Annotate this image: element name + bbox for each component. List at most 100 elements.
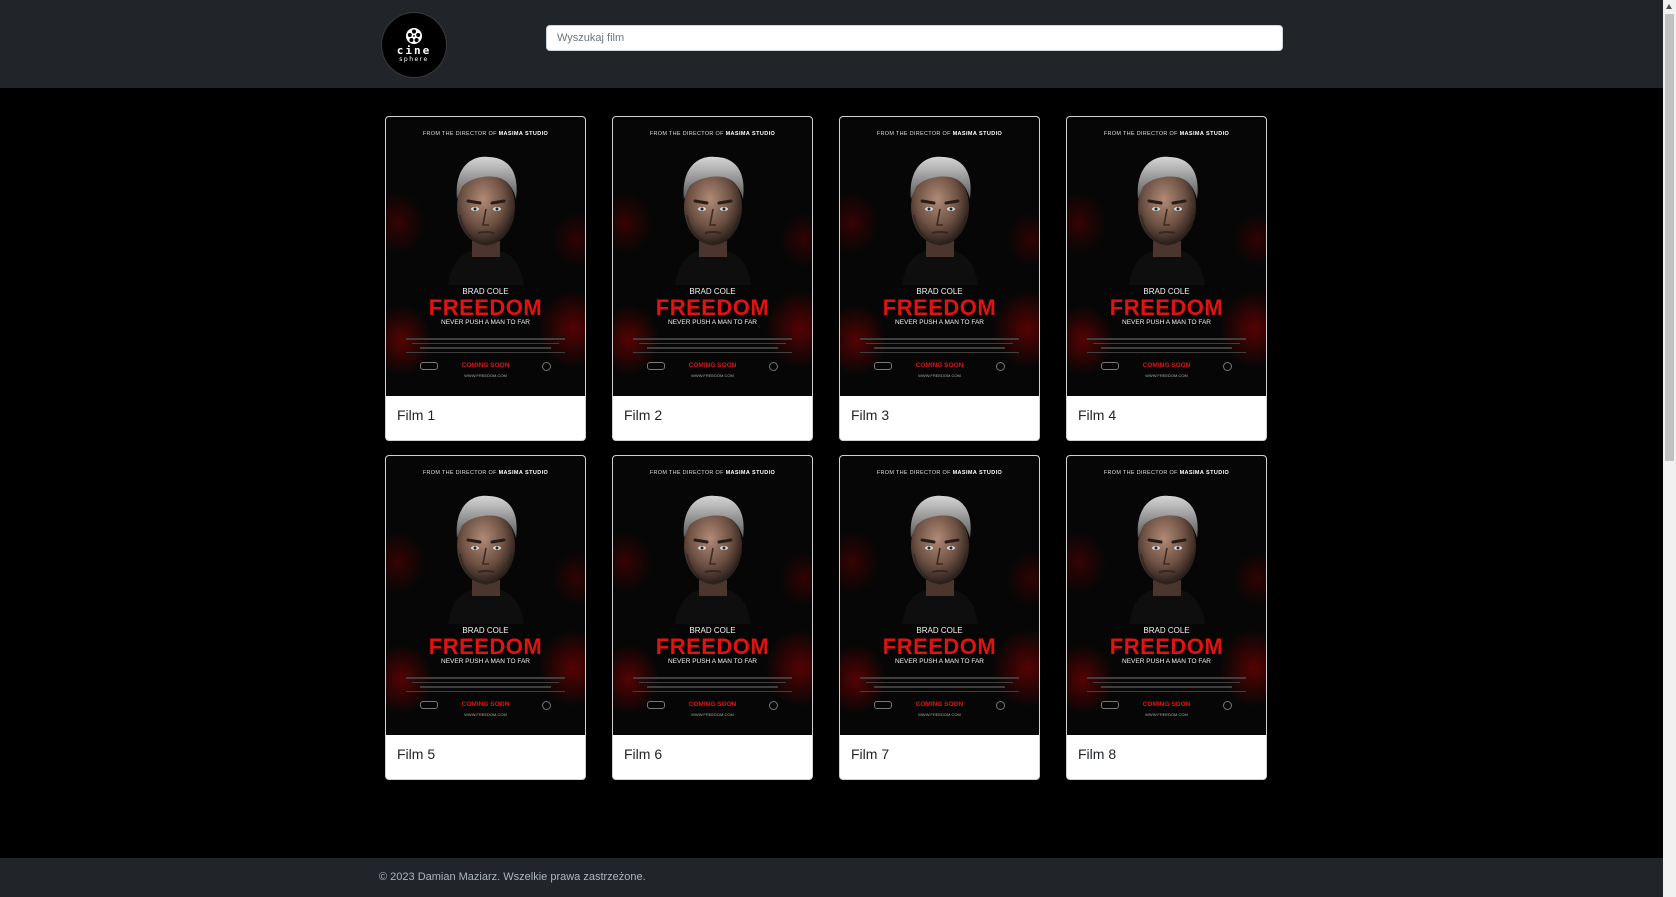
movie-title[interactable]: Film 5 bbox=[386, 735, 585, 762]
poster-tagline: NEVER PUSH A MAN TO FAR bbox=[668, 319, 757, 326]
site-header: cine sphere bbox=[0, 0, 1663, 88]
poster-studio-badge bbox=[1223, 701, 1232, 710]
poster-portrait bbox=[901, 495, 978, 624]
movie-title[interactable]: Film 6 bbox=[613, 735, 812, 762]
poster-director-line: FROM THE DIRECTOR OF bbox=[876, 470, 951, 476]
poster-top-line: FROM THE DIRECTOR OF MASIMA STUDIO bbox=[840, 470, 1039, 476]
poster-studio: MASIMA STUDIO bbox=[1179, 470, 1230, 476]
movie-poster: FROM THE DIRECTOR OF MASIMA STUDIO BRAD … bbox=[613, 117, 812, 396]
poster-studio: MASIMA STUDIO bbox=[725, 470, 776, 476]
poster-studio: MASIMA STUDIO bbox=[952, 470, 1003, 476]
poster-title: FREEDOM bbox=[882, 634, 997, 659]
poster-portrait bbox=[447, 156, 524, 285]
poster-url: WWW.FREEDOM.COM bbox=[691, 712, 734, 717]
poster-release: COMING SOON bbox=[461, 701, 510, 708]
poster-credits bbox=[860, 674, 1019, 695]
poster-director-line: FROM THE DIRECTOR OF bbox=[422, 131, 497, 137]
scroll-up-arrow-icon[interactable] bbox=[1666, 4, 1672, 9]
poster-url: WWW.FREEDOM.COM bbox=[464, 373, 507, 378]
poster-portrait bbox=[447, 495, 524, 624]
poster-url: WWW.FREEDOM.COM bbox=[918, 712, 961, 717]
poster-credits bbox=[1087, 674, 1246, 695]
page-scrollbar[interactable] bbox=[1663, 0, 1676, 897]
cinesphere-logo[interactable]: cine sphere bbox=[382, 13, 446, 77]
poster-studio-badge bbox=[996, 701, 1005, 710]
poster-release: COMING SOON bbox=[915, 362, 964, 369]
poster-studio-badge bbox=[542, 701, 551, 710]
poster-portrait bbox=[1128, 495, 1205, 624]
movie-title[interactable]: Film 4 bbox=[1067, 396, 1266, 423]
poster-studio: MASIMA STUDIO bbox=[952, 131, 1003, 137]
poster-portrait bbox=[901, 156, 978, 285]
movie-poster: FROM THE DIRECTOR OF MASIMA STUDIO BRAD … bbox=[386, 117, 585, 396]
poster-studio-badge bbox=[769, 362, 778, 371]
movie-card-8[interactable]: FROM THE DIRECTOR OF MASIMA STUDIO BRAD … bbox=[1066, 455, 1267, 780]
poster-portrait bbox=[674, 495, 751, 624]
poster-title: FREEDOM bbox=[428, 295, 543, 320]
logo-subtext: sphere bbox=[399, 55, 429, 63]
poster-url: WWW.FREEDOM.COM bbox=[1145, 712, 1188, 717]
movie-poster: FROM THE DIRECTOR OF MASIMA STUDIO BRAD … bbox=[840, 456, 1039, 735]
poster-tagline: NEVER PUSH A MAN TO FAR bbox=[441, 319, 530, 326]
poster-tagline: NEVER PUSH A MAN TO FAR bbox=[895, 319, 984, 326]
poster-release: COMING SOON bbox=[1142, 362, 1191, 369]
poster-title: FREEDOM bbox=[1109, 295, 1224, 320]
poster-tagline: NEVER PUSH A MAN TO FAR bbox=[668, 658, 757, 665]
poster-top-line: FROM THE DIRECTOR OF MASIMA STUDIO bbox=[1067, 131, 1266, 137]
poster-studio: MASIMA STUDIO bbox=[725, 131, 776, 137]
poster-credits bbox=[406, 335, 565, 356]
poster-studio: MASIMA STUDIO bbox=[1179, 131, 1230, 137]
poster-studio-badge bbox=[996, 362, 1005, 371]
poster-director-line: FROM THE DIRECTOR OF bbox=[422, 470, 497, 476]
poster-url: WWW.FREEDOM.COM bbox=[918, 373, 961, 378]
poster-top-line: FROM THE DIRECTOR OF MASIMA STUDIO bbox=[386, 131, 585, 137]
poster-top-line: FROM THE DIRECTOR OF MASIMA STUDIO bbox=[1067, 470, 1266, 476]
poster-tagline: NEVER PUSH A MAN TO FAR bbox=[895, 658, 984, 665]
movie-card-5[interactable]: FROM THE DIRECTOR OF MASIMA STUDIO BRAD … bbox=[385, 455, 586, 780]
poster-release: COMING SOON bbox=[688, 701, 737, 708]
movie-card-6[interactable]: FROM THE DIRECTOR OF MASIMA STUDIO BRAD … bbox=[612, 455, 813, 780]
poster-studio-badge bbox=[769, 701, 778, 710]
poster-director-line: FROM THE DIRECTOR OF bbox=[649, 131, 724, 137]
poster-release: COMING SOON bbox=[461, 362, 510, 369]
movie-card-4[interactable]: FROM THE DIRECTOR OF MASIMA STUDIO BRAD … bbox=[1066, 116, 1267, 441]
poster-credits bbox=[633, 335, 792, 356]
poster-director-line: FROM THE DIRECTOR OF bbox=[1103, 470, 1178, 476]
poster-title: FREEDOM bbox=[655, 295, 770, 320]
poster-top-line: FROM THE DIRECTOR OF MASIMA STUDIO bbox=[840, 131, 1039, 137]
movie-card-3[interactable]: FROM THE DIRECTOR OF MASIMA STUDIO BRAD … bbox=[839, 116, 1040, 441]
poster-studio-badge bbox=[1223, 362, 1232, 371]
movie-poster: FROM THE DIRECTOR OF MASIMA STUDIO BRAD … bbox=[1067, 456, 1266, 735]
site-footer: © 2023 Damian Maziarz. Wszelkie prawa za… bbox=[0, 858, 1663, 897]
scrollbar-thumb[interactable] bbox=[1665, 14, 1674, 461]
movie-title[interactable]: Film 7 bbox=[840, 735, 1039, 762]
poster-url: WWW.FREEDOM.COM bbox=[464, 712, 507, 717]
movie-title[interactable]: Film 3 bbox=[840, 396, 1039, 423]
poster-release: COMING SOON bbox=[688, 362, 737, 369]
movie-card-7[interactable]: FROM THE DIRECTOR OF MASIMA STUDIO BRAD … bbox=[839, 455, 1040, 780]
poster-title: FREEDOM bbox=[428, 634, 543, 659]
movie-search-input[interactable] bbox=[546, 25, 1283, 51]
poster-url: WWW.FREEDOM.COM bbox=[691, 373, 734, 378]
poster-tagline: NEVER PUSH A MAN TO FAR bbox=[441, 658, 530, 665]
movie-poster: FROM THE DIRECTOR OF MASIMA STUDIO BRAD … bbox=[1067, 117, 1266, 396]
poster-tagline: NEVER PUSH A MAN TO FAR bbox=[1122, 319, 1211, 326]
movie-title[interactable]: Film 2 bbox=[613, 396, 812, 423]
poster-top-line: FROM THE DIRECTOR OF MASIMA STUDIO bbox=[386, 470, 585, 476]
movie-card-2[interactable]: FROM THE DIRECTOR OF MASIMA STUDIO BRAD … bbox=[612, 116, 813, 441]
film-reel-icon bbox=[406, 27, 422, 44]
movie-card-1[interactable]: FROM THE DIRECTOR OF MASIMA STUDIO BRAD … bbox=[385, 116, 586, 441]
poster-title: FREEDOM bbox=[882, 295, 997, 320]
poster-url: WWW.FREEDOM.COM bbox=[1145, 373, 1188, 378]
poster-top-line: FROM THE DIRECTOR OF MASIMA STUDIO bbox=[613, 131, 812, 137]
poster-credits bbox=[633, 674, 792, 695]
poster-top-line: FROM THE DIRECTOR OF MASIMA STUDIO bbox=[613, 470, 812, 476]
poster-title: FREEDOM bbox=[655, 634, 770, 659]
poster-studio: MASIMA STUDIO bbox=[498, 470, 549, 476]
poster-credits bbox=[860, 335, 1019, 356]
logo-wordmark: cine bbox=[396, 43, 432, 57]
movie-title[interactable]: Film 8 bbox=[1067, 735, 1266, 762]
poster-portrait bbox=[1128, 156, 1205, 285]
movie-title[interactable]: Film 1 bbox=[386, 396, 585, 423]
movie-poster: FROM THE DIRECTOR OF MASIMA STUDIO BRAD … bbox=[613, 456, 812, 735]
